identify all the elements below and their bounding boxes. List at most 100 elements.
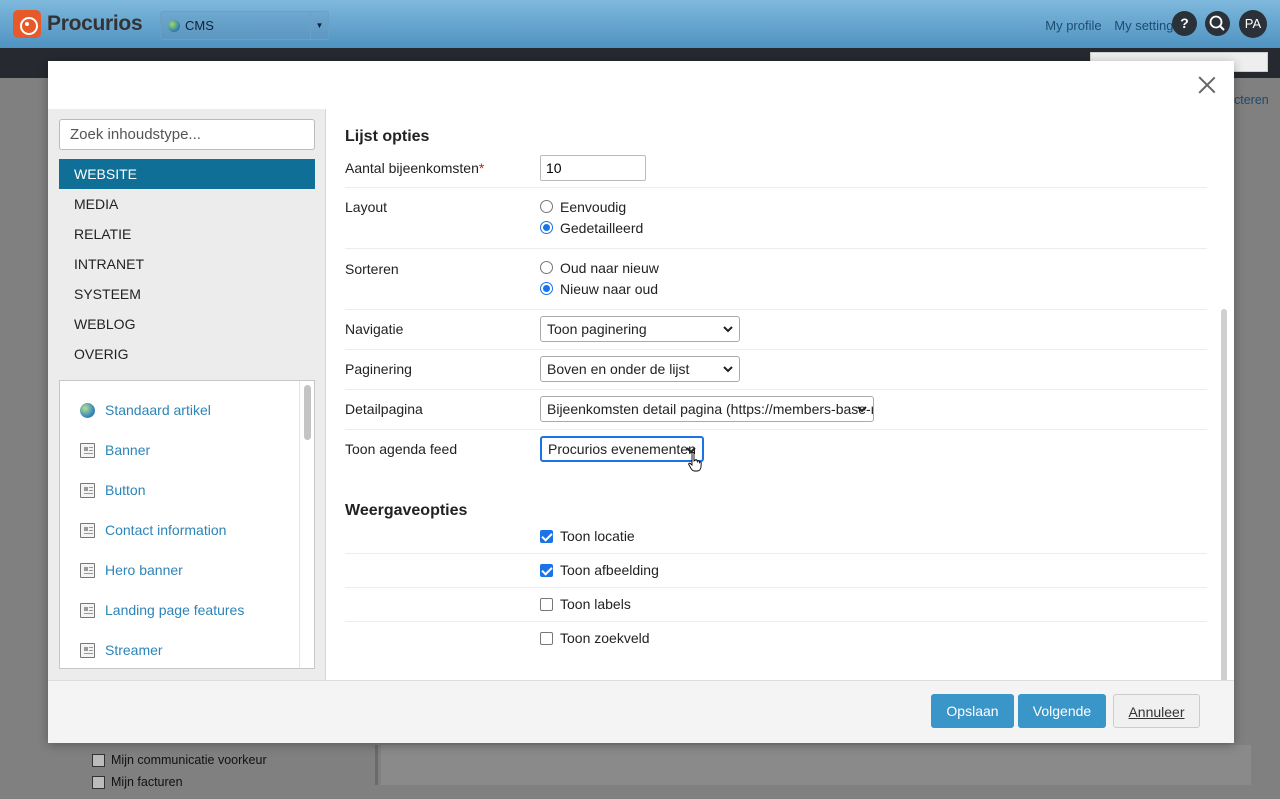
required-mark: *: [478, 160, 485, 176]
radio-selected-icon: [540, 282, 553, 295]
aantal-input[interactable]: [540, 155, 646, 181]
content-type-search-input[interactable]: [59, 119, 315, 150]
category-website[interactable]: WEBSITE: [59, 159, 315, 189]
document-icon: [80, 442, 95, 458]
avatar[interactable]: PA: [1239, 10, 1267, 38]
content-type-dialog: WEBSITE MEDIA RELATIE INTRANET SYSTEEM W…: [48, 61, 1234, 743]
content-type-list: Standaard artikel Banner Button Contact …: [59, 380, 315, 669]
dialog-scrollbar[interactable]: [1221, 309, 1227, 737]
radio-nieuw-naar-oud[interactable]: Nieuw naar oud: [540, 278, 659, 299]
field-agenda-feed: Toon agenda feed Procurios evenementen: [345, 430, 1207, 480]
field-layout: Layout Eenvoudig Gedetailleerd: [345, 188, 1207, 249]
radio-oud-naar-nieuw[interactable]: Oud naar nieuw: [540, 257, 659, 278]
checkbox-row: Toon afbeelding: [345, 554, 1207, 588]
document-icon: [80, 522, 95, 538]
list-options-title: Lijst opties: [345, 128, 430, 145]
radio-icon: [540, 200, 553, 213]
document-icon: [92, 775, 105, 789]
checkbox-row: Toon zoekveld: [345, 622, 1207, 656]
procurios-logo[interactable]: Procurios: [13, 10, 143, 38]
checkbox-icon: [540, 597, 553, 611]
detailpagina-select[interactable]: Bijeenkomsten detail pagina (https://mem…: [540, 396, 874, 422]
content-type-standaard-artikel[interactable]: Standaard artikel: [80, 400, 211, 420]
content-type-landing-page-features[interactable]: Landing page features: [80, 600, 244, 620]
top-links: My profile My settings: [1036, 18, 1180, 33]
field-label: Navigatie: [345, 321, 404, 337]
chevron-down-icon: ▼: [310, 12, 328, 39]
close-icon[interactable]: [1198, 76, 1216, 94]
toon-afbeelding-checkbox[interactable]: Toon afbeelding: [540, 560, 659, 580]
sorteren-radio-group: Oud naar nieuw Nieuw naar oud: [540, 257, 659, 299]
content-type-streamer[interactable]: Streamer: [80, 640, 163, 660]
navigatie-select[interactable]: Toon paginering: [540, 316, 740, 342]
toon-zoekveld-checkbox[interactable]: Toon zoekveld: [540, 628, 650, 648]
document-icon: [80, 642, 95, 658]
tree-item-label: Mijn facturen: [111, 775, 183, 789]
field-detailpagina: Detailpagina Bijeenkomsten detail pagina…: [345, 390, 1207, 430]
save-button[interactable]: Opslaan: [931, 694, 1014, 728]
content-type-button[interactable]: Button: [80, 480, 145, 500]
tree-item[interactable]: Mijn facturen: [92, 775, 183, 789]
cancel-button[interactable]: Annuleer: [1113, 694, 1200, 728]
category-intranet[interactable]: INTRANET: [59, 249, 315, 279]
search-zoom-icon[interactable]: [1205, 11, 1230, 36]
document-icon: [92, 753, 105, 767]
field-label: Sorteren: [345, 261, 399, 277]
content-type-scrollbar[interactable]: [304, 385, 311, 440]
category-systeem[interactable]: SYSTEEM: [59, 279, 315, 309]
background-divider: [375, 745, 378, 785]
dialog-footer: Opslaan Volgende Annuleer: [48, 680, 1234, 743]
content-type-label: Streamer: [105, 642, 163, 658]
content-type-label: Hero banner: [105, 562, 183, 578]
app-header: Procurios CMS ▼ My profile My settings ?…: [0, 0, 1280, 48]
radio-gedetailleerd[interactable]: Gedetailleerd: [540, 217, 643, 238]
globe-icon: [168, 19, 180, 32]
toon-labels-checkbox[interactable]: Toon labels: [540, 594, 631, 614]
toon-locatie-checkbox[interactable]: Toon locatie: [540, 526, 635, 546]
field-navigatie: Navigatie Toon paginering: [345, 310, 1207, 350]
category-relatie[interactable]: RELATIE: [59, 219, 315, 249]
display-options-title: Weergaveopties: [345, 502, 468, 519]
checkbox-row: Toon labels: [345, 588, 1207, 622]
content-type-settings: Lijst opties Aantal bijeenkomsten* Layou…: [327, 109, 1217, 680]
list-divider: [299, 381, 300, 668]
chevron-down-icon: [723, 366, 733, 373]
field-sorteren: Sorteren Oud naar nieuw Nieuw naar oud: [345, 249, 1207, 310]
content-type-contact-information[interactable]: Contact information: [80, 520, 226, 540]
category-list: WEBSITE MEDIA RELATIE INTRANET SYSTEEM W…: [59, 159, 315, 369]
chevron-down-icon: [857, 406, 867, 413]
my-profile-link[interactable]: My profile: [1045, 18, 1101, 33]
content-type-banner[interactable]: Banner: [80, 440, 150, 460]
field-label: Paginering: [345, 361, 412, 377]
content-type-hero-banner[interactable]: Hero banner: [80, 560, 183, 580]
category-weblog[interactable]: WEBLOG: [59, 309, 315, 339]
checkbox-checked-icon: [540, 529, 553, 543]
field-aantal: Aantal bijeenkomsten*: [345, 151, 1207, 188]
category-overig[interactable]: OVERIG: [59, 339, 315, 369]
category-media[interactable]: MEDIA: [59, 189, 315, 219]
agenda-feed-select[interactable]: Procurios evenementen: [540, 436, 704, 462]
paginering-select[interactable]: Boven en onder de lijst: [540, 356, 740, 382]
field-label: Layout: [345, 199, 388, 215]
layout-radio-group: Eenvoudig Gedetailleerd: [540, 196, 643, 238]
my-settings-link[interactable]: My settings: [1114, 18, 1180, 33]
content-type-label: Button: [105, 482, 146, 498]
chevron-down-icon: [723, 326, 733, 333]
field-label: Aantal bijeenkomsten*: [345, 160, 485, 176]
cms-selector[interactable]: CMS ▼: [160, 11, 329, 40]
document-icon: [80, 562, 95, 578]
content-type-label: Banner: [105, 442, 151, 458]
radio-eenvoudig[interactable]: Eenvoudig: [540, 196, 643, 217]
next-button[interactable]: Volgende: [1018, 694, 1106, 728]
field-paginering: Paginering Boven en onder de lijst: [345, 350, 1207, 390]
procurios-logo-icon: [13, 10, 41, 38]
checkbox-row: Toon locatie: [345, 520, 1207, 554]
cms-selector-label: CMS: [185, 18, 214, 33]
field-label: Toon agenda feed: [345, 441, 458, 457]
background-content: [381, 745, 1251, 785]
tree-item-label: Mijn communicatie voorkeur: [111, 753, 267, 767]
tree-item[interactable]: Mijn communicatie voorkeur: [92, 753, 267, 767]
checkbox-icon: [540, 631, 553, 645]
logo-text: Procurios: [47, 12, 143, 35]
help-icon[interactable]: ?: [1172, 11, 1197, 36]
